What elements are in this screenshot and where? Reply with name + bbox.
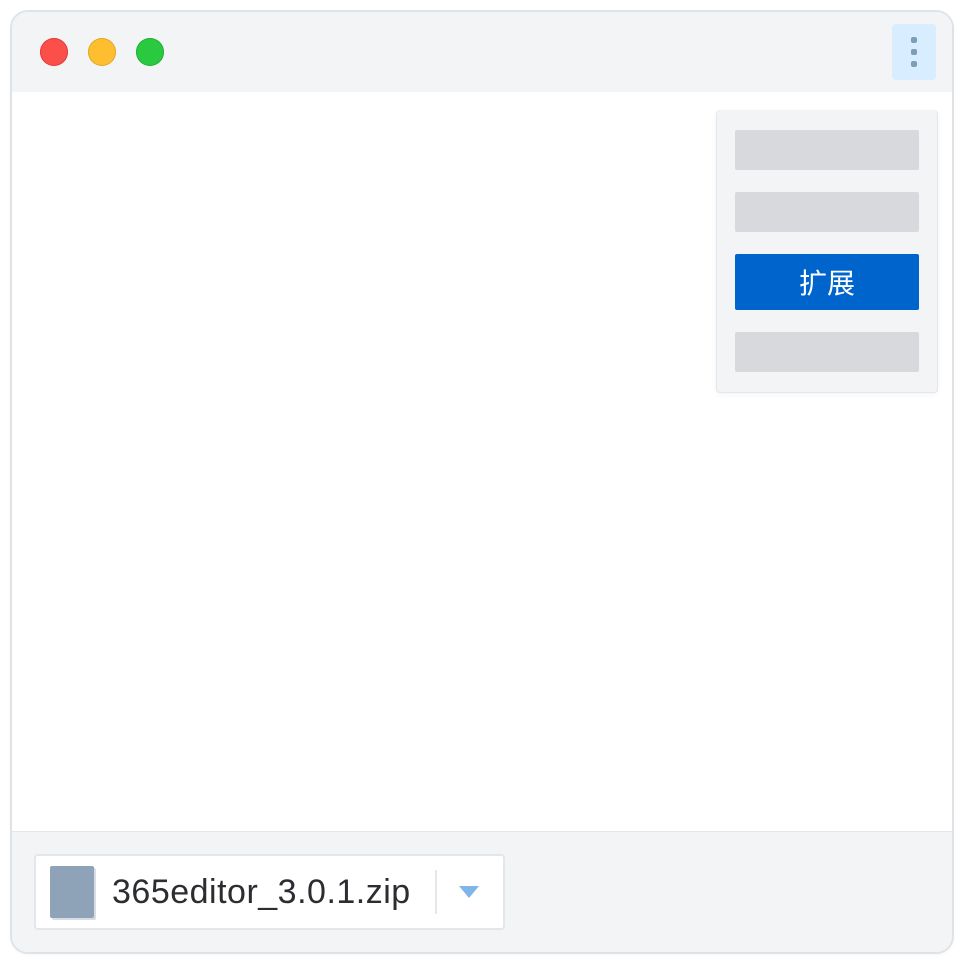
browser-menu-dropdown: 扩展 [716, 110, 938, 393]
divider [435, 870, 437, 914]
menu-item-label: 扩展 [799, 262, 855, 302]
minimize-window-button[interactable] [88, 38, 116, 66]
browser-window: 扩展 365editor_3.0.1.zip [10, 10, 954, 954]
maximize-window-button[interactable] [136, 38, 164, 66]
kebab-icon [911, 61, 917, 67]
window-controls [40, 38, 164, 66]
kebab-icon [911, 37, 917, 43]
download-bar: 365editor_3.0.1.zip [12, 831, 952, 952]
menu-item[interactable] [735, 192, 919, 232]
menu-item-extensions[interactable]: 扩展 [735, 254, 919, 310]
kebab-icon [911, 49, 917, 55]
chevron-down-icon[interactable] [459, 886, 479, 898]
title-bar [12, 12, 952, 92]
close-window-button[interactable] [40, 38, 68, 66]
menu-item[interactable] [735, 130, 919, 170]
content-area: 扩展 [12, 92, 952, 832]
file-icon [50, 866, 94, 918]
download-filename: 365editor_3.0.1.zip [112, 873, 411, 912]
browser-menu-button[interactable] [892, 24, 936, 80]
menu-item[interactable] [735, 332, 919, 372]
download-item[interactable]: 365editor_3.0.1.zip [34, 854, 505, 930]
